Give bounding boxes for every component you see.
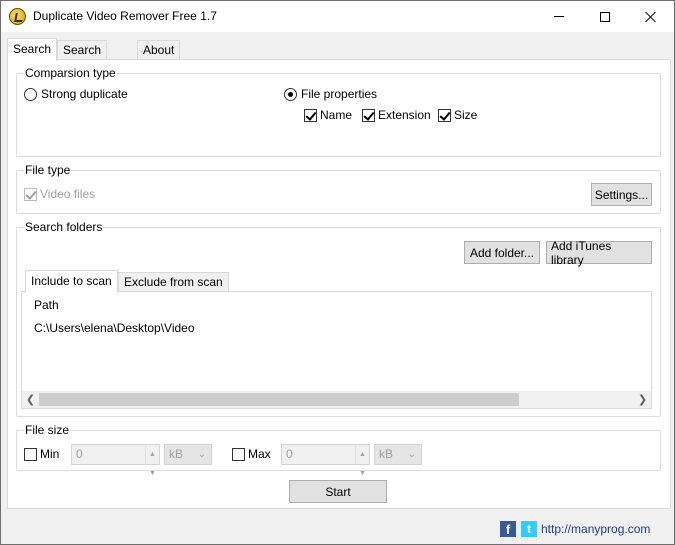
max-label: Max	[248, 447, 271, 461]
max-checkbox[interactable]: Max	[232, 447, 271, 461]
radio-selected-icon	[284, 87, 297, 101]
extension-label: Extension	[378, 108, 431, 122]
strong-duplicate-label: Strong duplicate	[41, 87, 128, 101]
chevron-down-icon: ⌄	[407, 449, 416, 460]
name-checkbox[interactable]: Name	[304, 108, 352, 122]
website-link[interactable]: http://manyprog.com	[541, 522, 650, 536]
max-size-value: 0	[286, 447, 293, 461]
footer: f t http://manyprog.com	[1, 511, 674, 544]
add-folder-button[interactable]: Add folder...	[464, 241, 540, 264]
folder-list: Path C:\Users\elena\Desktop\Video ❮ ❯	[21, 291, 652, 409]
title-bar: Duplicate Video Remover Free 1.7	[1, 1, 674, 32]
maximize-button[interactable]	[582, 1, 628, 32]
facebook-icon[interactable]: f	[500, 521, 516, 537]
settings-button[interactable]: Settings...	[591, 183, 652, 206]
comparison-type-title: Comparsion type	[24, 66, 117, 80]
stepper-arrows-icon: ▲ ▼	[355, 445, 369, 477]
tab-about[interactable]: About	[137, 40, 181, 60]
window-title: Duplicate Video Remover Free 1.7	[33, 9, 217, 23]
twitter-icon[interactable]: t	[521, 521, 537, 537]
app-logo-icon	[9, 8, 26, 25]
video-files-checkbox: Video files	[24, 187, 95, 201]
list-item[interactable]: C:\Users\elena\Desktop\Video	[34, 321, 195, 335]
tab-search-result[interactable]: Search result	[57, 40, 108, 75]
file-size-title: File size	[24, 423, 71, 437]
tab-search[interactable]: Search	[7, 38, 58, 61]
file-type-group: File type	[16, 163, 661, 214]
tab-include-to-scan[interactable]: Include to scan	[25, 270, 118, 293]
scroll-right-icon[interactable]: ❯	[634, 391, 651, 408]
close-icon	[645, 11, 657, 23]
video-files-label: Video files	[40, 187, 96, 201]
extension-checkbox[interactable]: Extension	[362, 108, 431, 122]
start-button[interactable]: Start	[289, 480, 387, 503]
chevron-down-icon: ⌄	[197, 449, 206, 460]
checkbox-unchecked-icon	[24, 447, 37, 461]
min-size-value: 0	[76, 447, 83, 461]
file-type-title: File type	[24, 163, 72, 177]
scroll-left-icon[interactable]: ❮	[22, 391, 39, 408]
min-label: Min	[40, 447, 60, 461]
scrollbar-thumb[interactable]	[39, 393, 519, 406]
file-properties-radio[interactable]: File properties	[284, 87, 377, 101]
maximize-icon	[600, 11, 610, 22]
max-size-stepper: 0 ▲ ▼	[281, 444, 370, 477]
size-label: Size	[454, 108, 478, 122]
minimize-icon	[554, 16, 564, 17]
size-checkbox[interactable]: Size	[438, 108, 477, 122]
min-size-stepper: 0 ▲ ▼	[71, 444, 160, 477]
app-window: Duplicate Video Remover Free 1.7 Search …	[0, 0, 675, 545]
checkbox-checked-icon	[24, 187, 37, 201]
max-unit-value: kB	[379, 447, 394, 461]
horizontal-scrollbar[interactable]: ❮ ❯	[22, 391, 651, 408]
min-unit-value: kB	[169, 447, 184, 461]
checkbox-unchecked-icon	[232, 447, 245, 461]
minimize-button[interactable]	[536, 1, 582, 32]
strong-duplicate-radio[interactable]: Strong duplicate	[24, 87, 128, 101]
checkbox-checked-icon	[362, 108, 375, 122]
stepper-arrows-icon: ▲ ▼	[145, 445, 159, 477]
name-label: Name	[320, 108, 353, 122]
path-column-header[interactable]: Path	[34, 298, 59, 312]
radio-icon	[24, 87, 37, 101]
add-itunes-library-button[interactable]: Add iTunes library	[546, 239, 652, 267]
file-properties-label: File properties	[301, 87, 378, 101]
tab-exclude-from-scan[interactable]: Exclude from scan	[118, 272, 229, 292]
max-unit-select: kB ⌄	[374, 444, 422, 465]
min-checkbox[interactable]: Min	[24, 447, 59, 461]
min-unit-select: kB ⌄	[164, 444, 212, 465]
checkbox-checked-icon	[438, 108, 451, 122]
close-button[interactable]	[628, 1, 674, 32]
search-folders-title: Search folders	[24, 220, 104, 234]
checkbox-checked-icon	[304, 108, 317, 122]
